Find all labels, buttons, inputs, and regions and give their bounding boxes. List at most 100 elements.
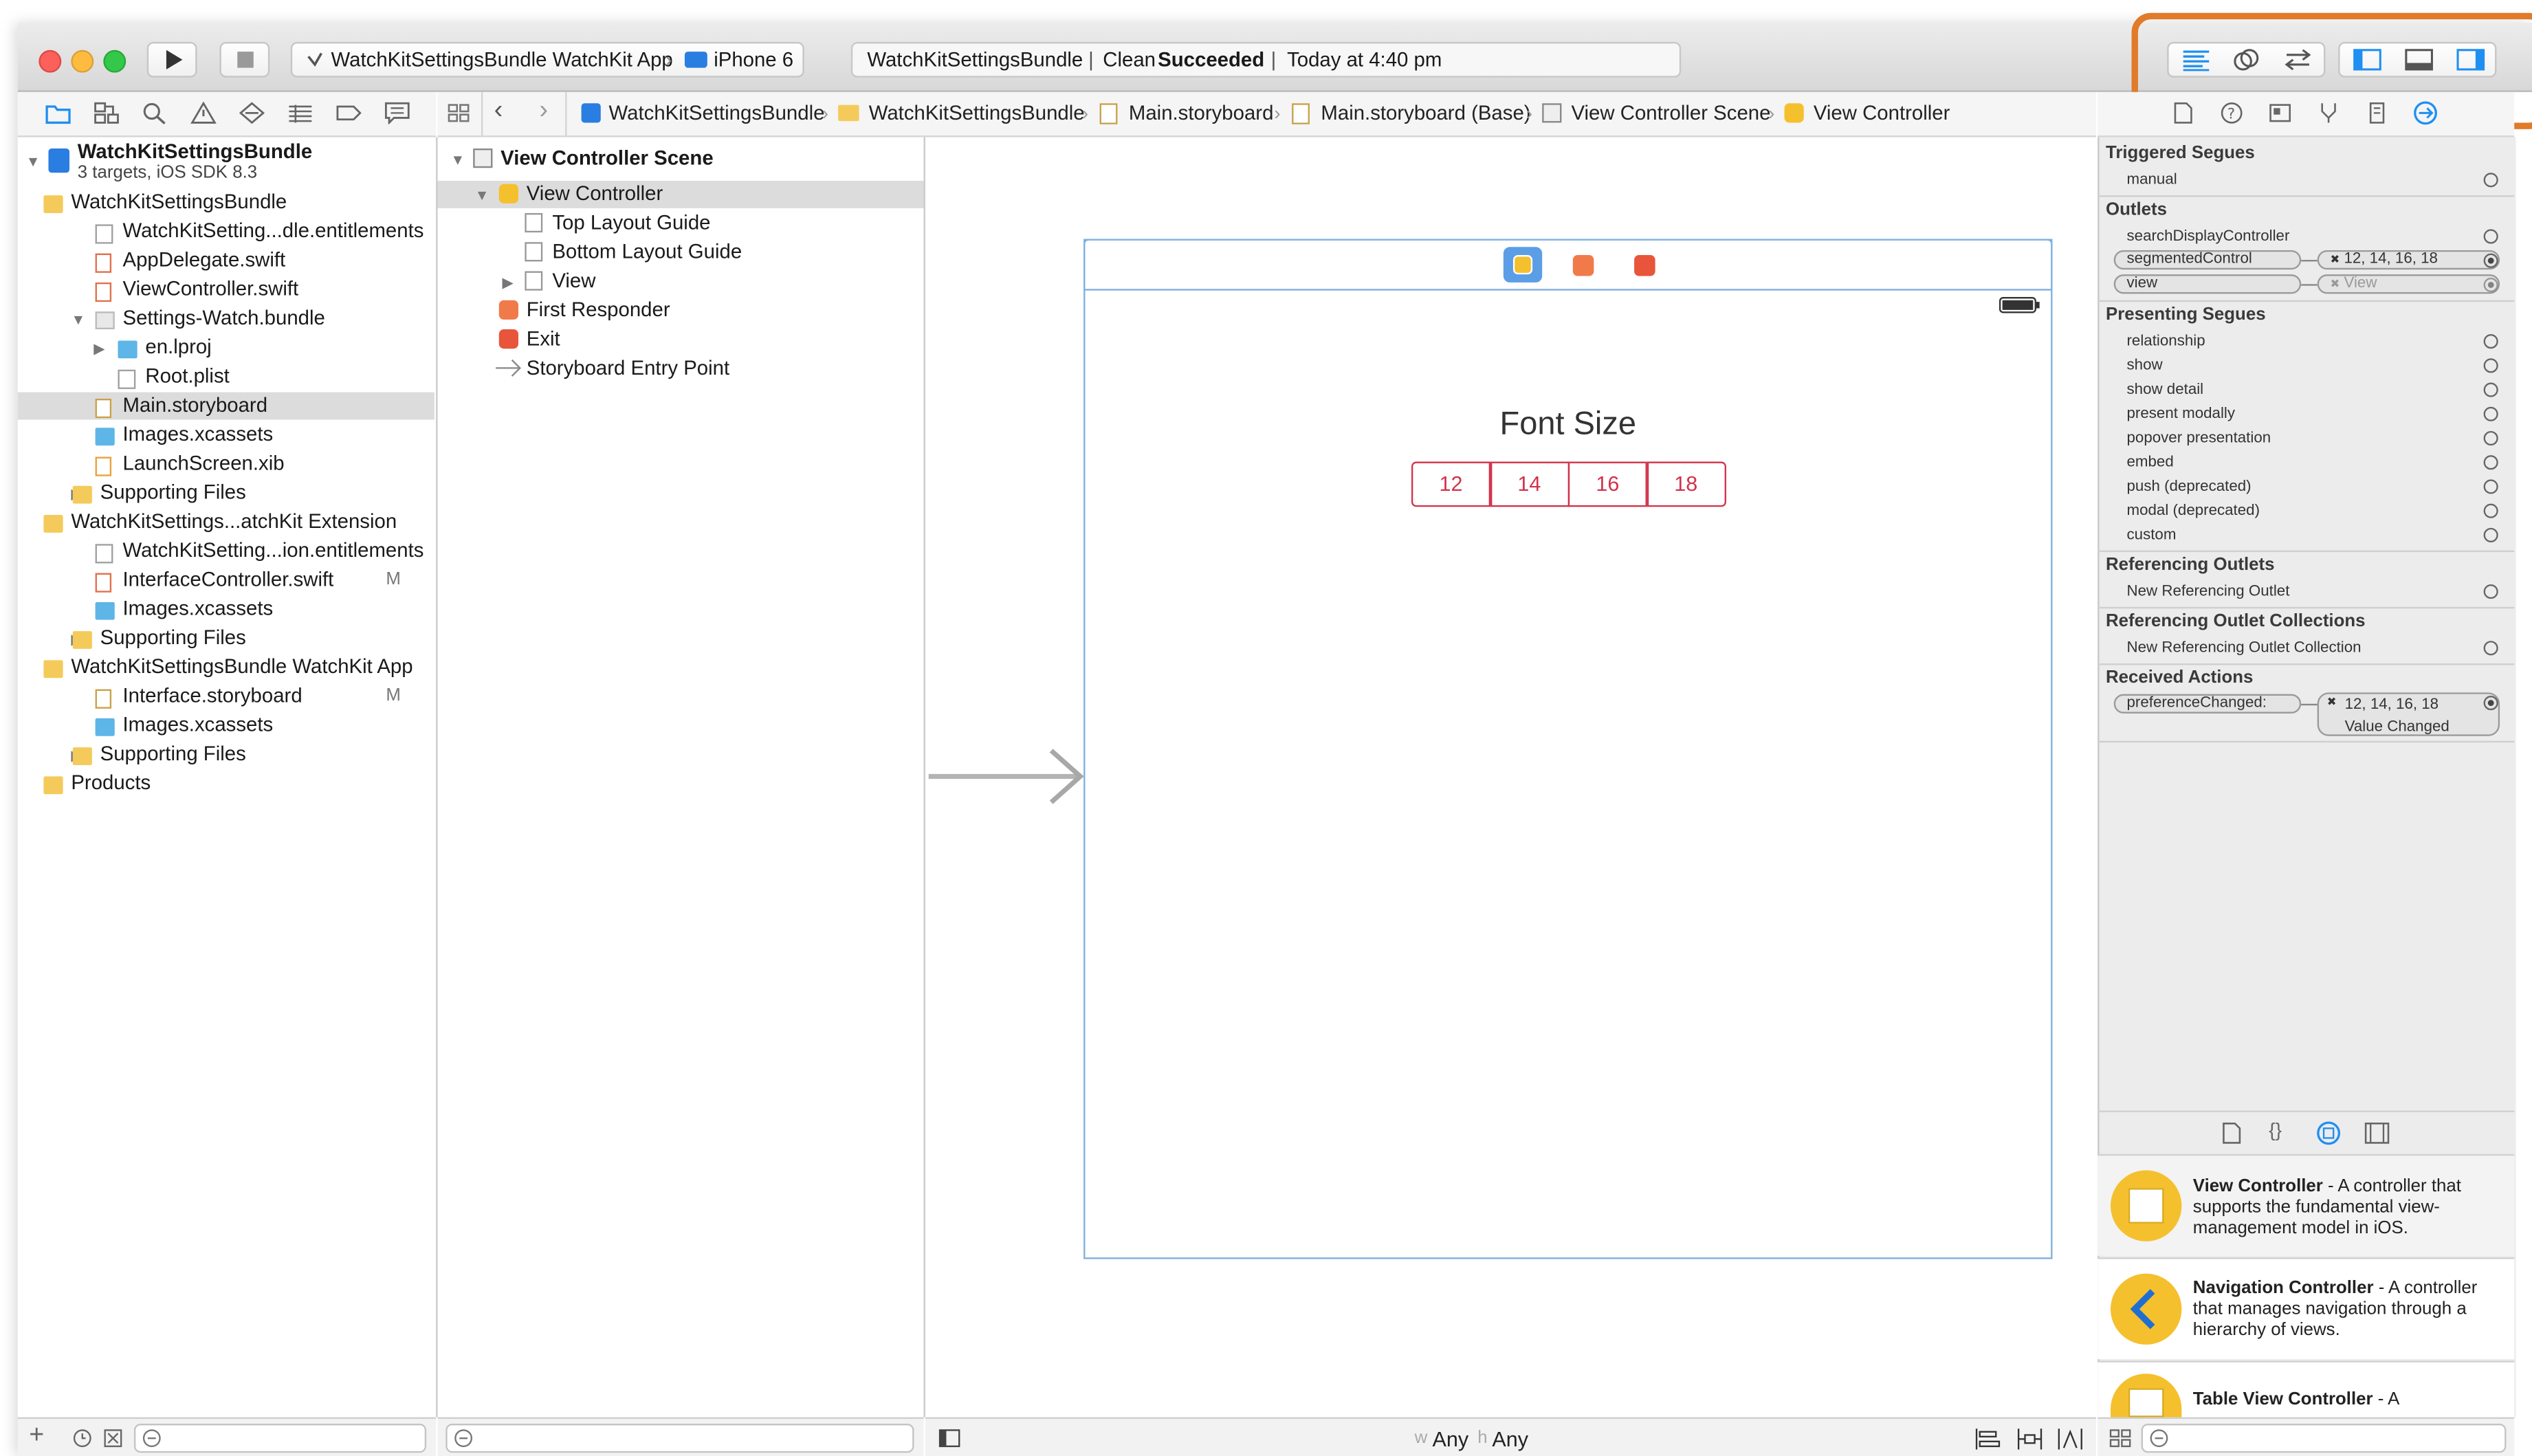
navigator-item[interactable]: WatchKitSetting...ion.entitlements [123, 539, 424, 562]
font-size-segment[interactable]: 14 [1489, 461, 1569, 507]
forward-arrow-icon[interactable]: › [540, 97, 549, 126]
navigator-item[interactable]: Root.plist [145, 365, 229, 388]
outline-item[interactable]: Storyboard Entry Point [527, 357, 729, 379]
connection-circle[interactable] [2483, 455, 2498, 470]
connection-circle[interactable] [2483, 641, 2498, 656]
connection-circle-filled[interactable] [2483, 277, 2498, 293]
file-inspector-icon[interactable] [2174, 102, 2193, 124]
resolve-issues-icon[interactable] [2057, 1429, 2083, 1450]
code-snippet-library-icon[interactable]: {} [2269, 1118, 2282, 1141]
media-library-icon[interactable] [2364, 1122, 2390, 1145]
navigator-item[interactable]: Main.storyboard [123, 394, 268, 417]
outline-filter-field[interactable] [445, 1424, 914, 1453]
jump-item-group[interactable]: WatchKitSettingsBundle [869, 102, 1085, 124]
outline-scene-title[interactable]: View Controller Scene [500, 147, 714, 170]
project-navigator-icon[interactable] [45, 102, 71, 124]
identity-inspector-icon[interactable] [2269, 102, 2291, 124]
size-inspector-icon[interactable] [2367, 102, 2386, 124]
navigator-item[interactable]: en.lproj [145, 335, 211, 358]
pin-icon[interactable] [2017, 1429, 2043, 1450]
exit-icon[interactable] [1634, 254, 1655, 276]
jump-item-scene[interactable]: View Controller Scene [1571, 102, 1770, 124]
connection-circle[interactable] [2483, 229, 2498, 244]
outline-item[interactable]: Top Layout Guide [552, 212, 710, 234]
connection-circle[interactable] [2483, 584, 2498, 599]
disclosure-triangle-icon[interactable]: ▼ [26, 153, 41, 169]
file-template-library-icon[interactable] [2222, 1122, 2241, 1145]
outlet-view-target[interactable]: ✖ View [2317, 274, 2500, 294]
disclosure-triangle-icon[interactable]: ▼ [450, 152, 465, 168]
navigator-item[interactable]: Images.xcassets [123, 714, 274, 736]
outline-item[interactable]: First Responder [527, 298, 670, 321]
library-filter-field[interactable] [2141, 1424, 2507, 1453]
outline-item[interactable]: View Controller [527, 182, 663, 205]
entry-point-arrow[interactable] [928, 746, 1087, 807]
navigator-item[interactable]: WatchKitSetting...dle.entitlements [123, 219, 424, 242]
jump-item-file[interactable]: Main.storyboard [1129, 102, 1274, 124]
zoom-window-button[interactable] [103, 49, 126, 73]
navigator-item[interactable]: WatchKitSettingsBundle WatchKit App [71, 655, 412, 678]
font-size-label[interactable]: Font Size [1407, 407, 1730, 444]
connection-circle[interactable] [2483, 382, 2498, 397]
navigator-item[interactable]: Supporting Files [100, 481, 246, 504]
disclosure-triangle-icon[interactable]: ▼ [475, 187, 489, 203]
navigator-item[interactable]: Products [71, 771, 151, 794]
outline-item[interactable]: Bottom Layout Guide [552, 241, 742, 263]
run-button[interactable] [146, 42, 197, 78]
outline-item[interactable]: Exit [527, 328, 560, 351]
back-arrow-icon[interactable]: ‹ [494, 97, 503, 126]
issue-navigator-icon[interactable] [190, 101, 217, 124]
minimize-window-button[interactable] [71, 49, 94, 73]
related-items-icon[interactable] [448, 103, 470, 122]
jump-item-project[interactable]: WatchKitSettingsBundle [609, 102, 825, 124]
connection-circle[interactable] [2483, 358, 2498, 373]
connection-circle[interactable] [2483, 503, 2498, 518]
symbol-navigator-icon[interactable] [93, 102, 120, 124]
add-icon[interactable]: + [29, 1422, 44, 1451]
font-size-segment[interactable]: 12 [1411, 461, 1491, 507]
connection-circle[interactable] [2483, 173, 2498, 188]
action-pill[interactable]: preferenceChanged: [2113, 694, 2302, 714]
size-class-width[interactable]: Any [1432, 1427, 1468, 1451]
close-icon[interactable]: ✖ [2330, 279, 2340, 290]
scheme-selector[interactable]: WatchKitSettingsBundle WatchKit App › iP… [290, 42, 804, 78]
connection-circle[interactable] [2483, 430, 2498, 446]
connection-circle-filled[interactable] [2483, 253, 2498, 268]
connection-circle[interactable] [2483, 406, 2498, 421]
outlet-segmented-target[interactable]: ✖ 12, 14, 16, 18 [2317, 250, 2500, 270]
navigator-item[interactable]: WatchKitSettings...atchKit Extension [71, 510, 397, 533]
font-size-segment[interactable]: 16 [1567, 461, 1647, 507]
view-controller-frame[interactable] [1083, 239, 2053, 1259]
scm-filter-icon[interactable] [103, 1429, 122, 1448]
navigator-item[interactable]: InterfaceController.swift [123, 569, 334, 591]
outlet-view-pill[interactable]: view [2113, 274, 2302, 294]
close-icon[interactable]: ✖ [2327, 696, 2337, 708]
navigator-filter-field[interactable] [133, 1424, 427, 1453]
connection-circle[interactable] [2483, 334, 2498, 349]
navigator-item[interactable]: AppDelegate.swift [123, 249, 286, 272]
navigator-item[interactable]: WatchKitSettingsBundle [71, 190, 287, 213]
navigator-item[interactable]: Settings-Watch.bundle [123, 307, 325, 329]
grid-view-icon[interactable] [2109, 1429, 2132, 1450]
attributes-inspector-icon[interactable] [2318, 102, 2340, 124]
outline-item[interactable]: View [552, 269, 595, 292]
find-navigator-icon[interactable] [142, 102, 168, 124]
close-window-button[interactable] [38, 49, 62, 73]
navigator-item[interactable]: Images.xcassets [123, 423, 274, 445]
navigator-item[interactable]: Supporting Files [100, 626, 246, 649]
recent-files-icon[interactable] [73, 1429, 92, 1448]
stop-button[interactable] [219, 42, 270, 78]
first-responder-icon[interactable] [1572, 254, 1594, 276]
disclosure-triangle-icon[interactable]: ▼ [71, 311, 85, 327]
connection-circle[interactable] [2483, 527, 2498, 542]
disclosure-triangle-icon[interactable]: ▶ [93, 340, 104, 358]
object-library-icon[interactable] [2315, 1121, 2342, 1147]
show-outline-icon[interactable] [938, 1429, 961, 1448]
close-icon[interactable]: ✖ [2330, 255, 2340, 266]
debug-navigator-icon[interactable] [287, 102, 313, 124]
outlet-segmented-pill[interactable]: segmentedControl [2113, 250, 2302, 270]
font-size-segment[interactable]: 18 [1646, 461, 1726, 507]
disclosure-triangle-icon[interactable]: ▶ [503, 274, 514, 292]
navigator-item[interactable]: Images.xcassets [123, 597, 274, 620]
jump-item-localization[interactable]: Main.storyboard (Base) [1321, 102, 1530, 124]
